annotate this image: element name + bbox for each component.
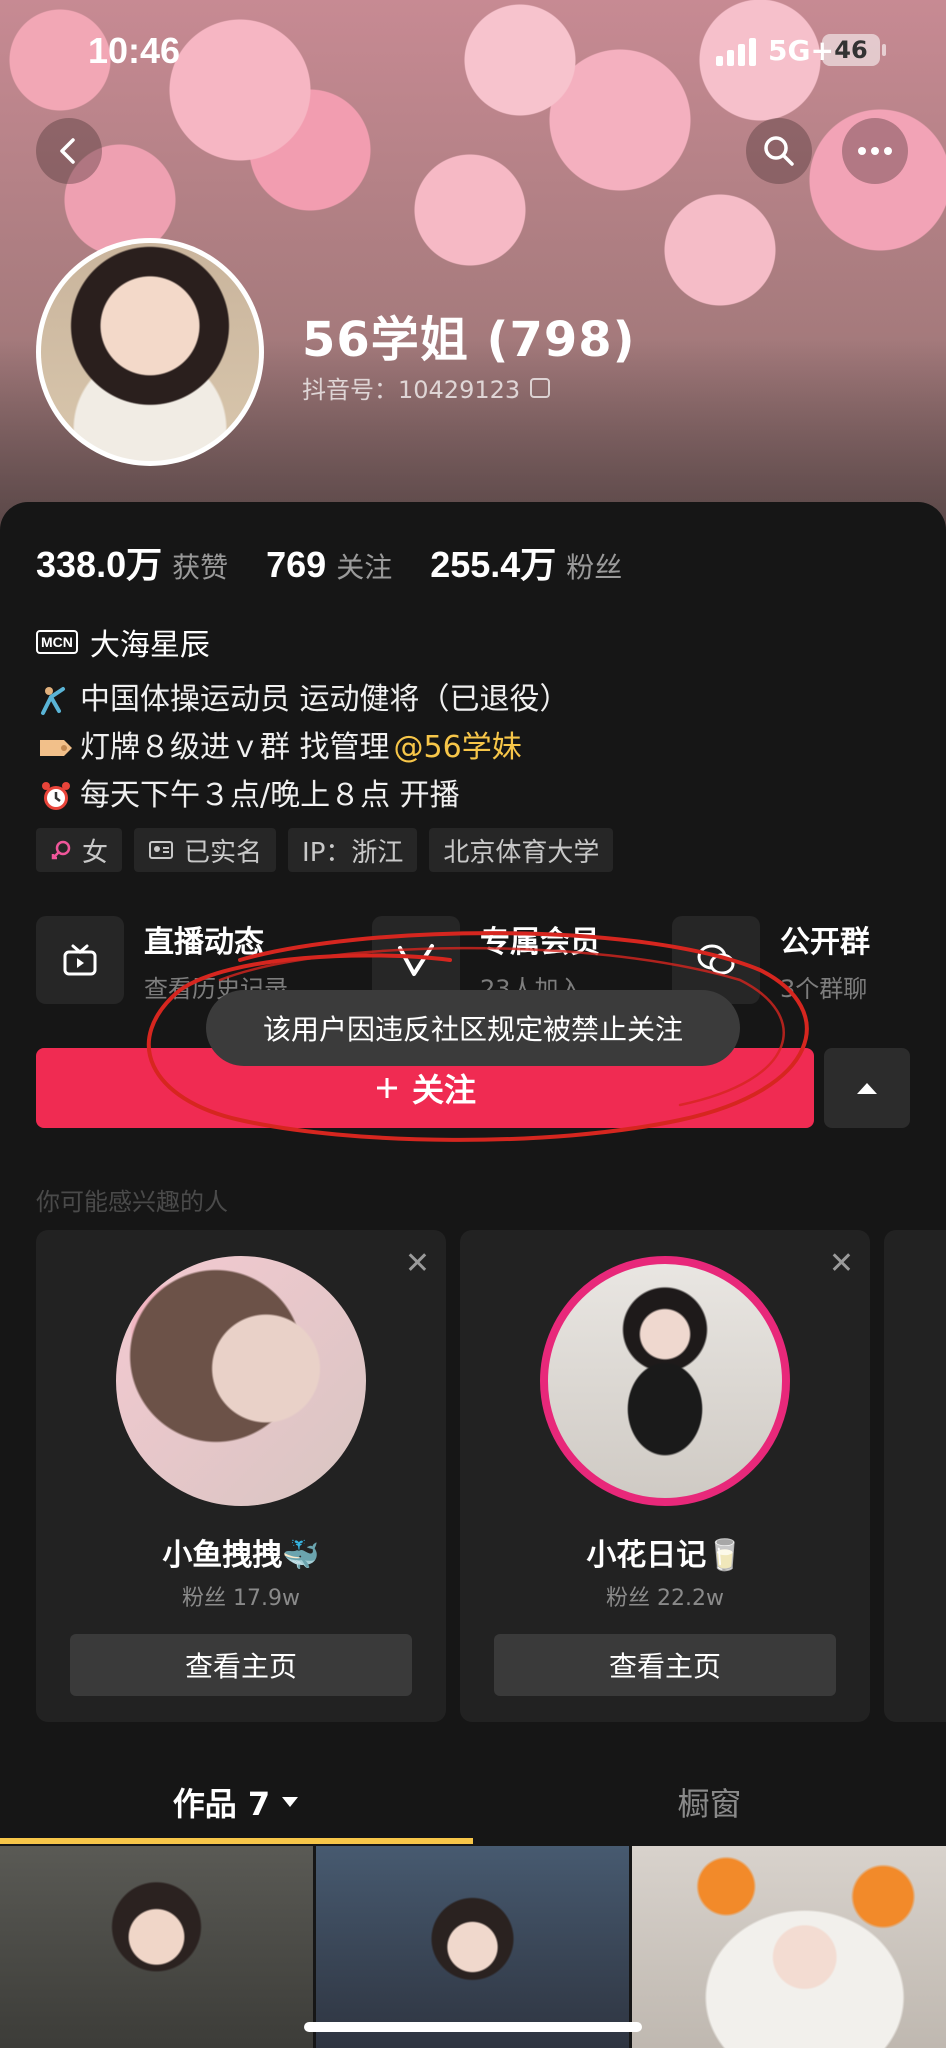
battery-icon: 46 [822, 34, 886, 66]
card-name: 小鱼拽拽🐳 [162, 1538, 320, 1573]
works-grid [0, 1846, 946, 2048]
stat-value: 769 [266, 544, 327, 585]
view-profile-button[interactable]: 查看主页 [494, 1634, 836, 1696]
tag-label: IP：浙江 [302, 837, 404, 868]
alarm-clock-icon [36, 778, 76, 814]
bio-line: 灯牌８级进ｖ群 找管理 @56学妹 [36, 724, 570, 772]
caret-down-icon [282, 1797, 299, 1807]
status-time: 10:46 [88, 30, 181, 71]
view-profile-button[interactable]: 查看主页 [70, 1634, 412, 1696]
status-bar: 10:46 5G+ 46 [0, 0, 946, 110]
tab-label: 作品 7 [172, 1785, 271, 1823]
tag-label: 北京体育大学 [443, 837, 600, 868]
tag-verified: 已实名 [134, 828, 277, 872]
female-icon [51, 840, 71, 860]
profile-avatar[interactable] [36, 238, 264, 466]
close-icon[interactable]: ✕ [829, 1246, 854, 1281]
recommend-title: 你可能感兴趣的人 [36, 1188, 228, 1216]
video-thumbnail[interactable] [316, 1846, 629, 2048]
stat-following[interactable]: 769 关注 [266, 544, 392, 586]
tag-ip: IP：浙江 [288, 828, 418, 872]
card-name: 小花日记🥛 [586, 1538, 744, 1573]
tab-works[interactable]: 作品 7 [0, 1760, 473, 1844]
recommend-card[interactable]: ✕ 小鱼拽拽🐳 粉丝 17.9w 查看主页 [36, 1230, 446, 1722]
signal-icon [716, 38, 756, 66]
copy-icon[interactable] [530, 377, 551, 398]
toast-message: 该用户因违反社区规定被禁止关注 [206, 990, 740, 1066]
tag-school[interactable]: 北京体育大学 [429, 828, 614, 872]
mcn-row[interactable]: MCN 大海星辰 [36, 620, 210, 664]
feature-title: 专属会员 [480, 924, 600, 960]
mcn-badge: MCN [36, 630, 78, 654]
stat-value: 255.4万 [430, 544, 557, 585]
recommend-card[interactable]: ✕ 小花日记🥛 粉丝 22.2w 查看主页 [460, 1230, 870, 1722]
feature-title: 直播动态 [144, 924, 264, 960]
bio-line-3: 每天下午３点/晚上８点 开播 [80, 778, 460, 813]
stat-label: 关注 [336, 551, 393, 584]
stat-label: 获赞 [172, 551, 229, 584]
bio-line-2: 灯牌８级进ｖ群 找管理 [80, 730, 390, 765]
more-dots-icon [858, 147, 892, 155]
bio-line: 每天下午３点/晚上８点 开播 [36, 772, 570, 820]
chevron-left-icon [60, 138, 75, 164]
recommend-card-partial[interactable] [884, 1230, 946, 1722]
stat-likes: 338.0万 获赞 [36, 536, 228, 588]
profile-bio: 中国体操运动员 运动健将（已退役） 灯牌８级进ｖ群 找管理 @56学妹 每天下午… [36, 676, 570, 820]
mcn-name: 大海星辰 [89, 628, 210, 663]
card-avatar-live [540, 1256, 790, 1506]
avatar-image [41, 243, 259, 461]
bio-line-1: 中国体操运动员 运动健将（已退役） [80, 682, 570, 717]
tab-label: 橱窗 [677, 1785, 742, 1823]
tag-icon [36, 730, 76, 766]
triangle-up-icon [857, 1083, 877, 1094]
video-thumbnail[interactable] [632, 1846, 946, 2048]
video-thumbnail[interactable] [0, 1846, 313, 2048]
home-indicator [304, 2022, 642, 2032]
feature-title: 公开群 [780, 924, 870, 960]
close-icon[interactable]: ✕ [405, 1246, 430, 1281]
stats-row: 338.0万 获赞 769 关注 255.4万 粉丝 [36, 536, 660, 588]
more-button[interactable] [842, 118, 908, 184]
plus-icon [376, 1078, 397, 1098]
douyin-id-text: 抖音号：10429123 [302, 376, 521, 404]
id-card-icon [149, 841, 174, 859]
card-avatar [116, 1256, 366, 1506]
card-fans: 粉丝 22.2w [606, 1586, 724, 1611]
expand-recommend-button[interactable] [824, 1048, 910, 1128]
follow-label: 关注 [411, 1071, 476, 1109]
stat-followers[interactable]: 255.4万 粉丝 [430, 536, 622, 588]
tab-showcase[interactable]: 橱窗 [473, 1760, 946, 1844]
profile-name: 56学姐 (798) [302, 312, 636, 368]
search-button[interactable] [746, 118, 812, 184]
bio-line: 中国体操运动员 运动健将（已退役） [36, 676, 570, 724]
feature-subtitle: 3个群聊 [780, 974, 868, 1003]
mention-link[interactable]: @56学妹 [394, 724, 522, 772]
tag-gender: 女 [36, 828, 123, 872]
tag-label: 女 [82, 837, 109, 868]
gymnast-icon [36, 682, 76, 718]
douyin-id: 抖音号：10429123 [302, 370, 551, 405]
content-tabs: 作品 7 橱窗 [0, 1760, 946, 1844]
tag-label: 已实名 [184, 837, 263, 868]
search-icon [764, 136, 794, 166]
profile-tags: 女 已实名 IP：浙江 北京体育大学 [36, 828, 614, 872]
card-fans: 粉丝 17.9w [182, 1586, 300, 1611]
tv-icon [36, 916, 124, 1004]
stat-value: 338.0万 [36, 544, 163, 585]
active-tab-indicator [0, 1838, 473, 1844]
stat-label: 粉丝 [566, 551, 623, 584]
back-button[interactable] [36, 118, 102, 184]
